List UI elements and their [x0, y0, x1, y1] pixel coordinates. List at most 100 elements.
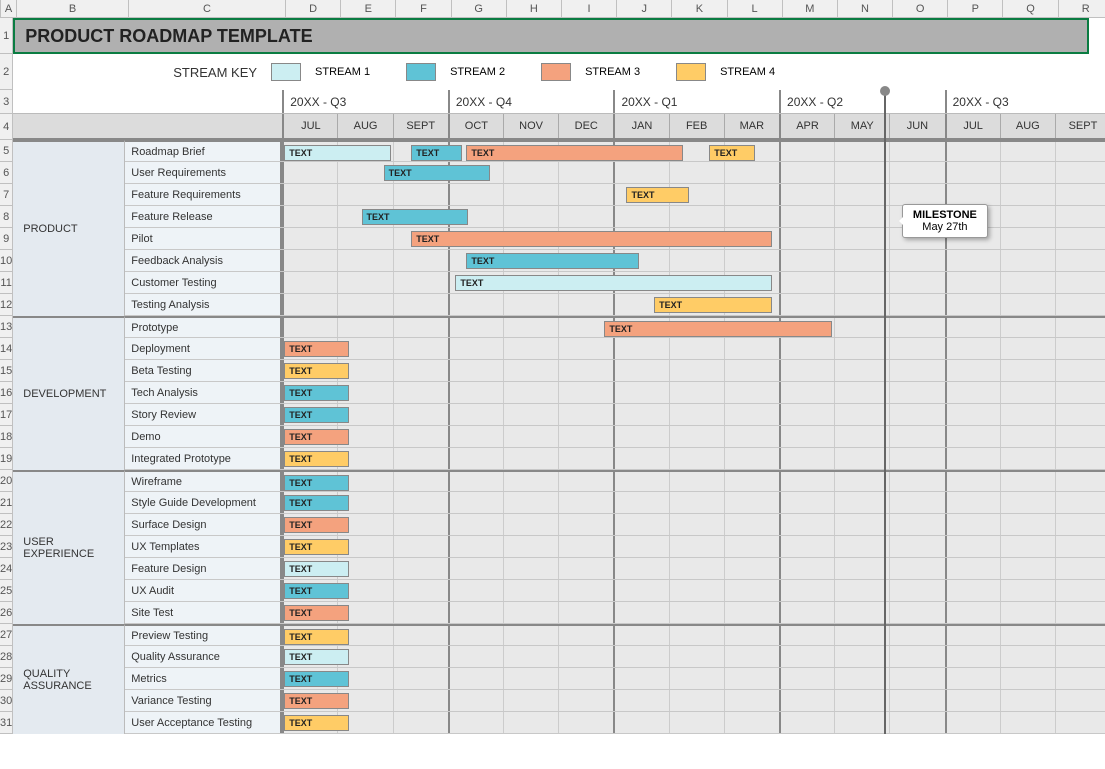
- gantt-bar[interactable]: TEXT: [284, 605, 349, 621]
- grid-cell[interactable]: [558, 514, 613, 535]
- grid-cell[interactable]: [724, 250, 779, 271]
- gantt-bar[interactable]: TEXT: [284, 517, 349, 533]
- grid-cell[interactable]: [393, 492, 448, 513]
- grid-cell[interactable]: [1055, 536, 1105, 557]
- grid-cell[interactable]: [724, 712, 779, 733]
- sheet-content[interactable]: PRODUCT ROADMAP TEMPLATESTREAM KEYSTREAM…: [13, 18, 1105, 734]
- grid-cell[interactable]: [945, 184, 1000, 205]
- task-row[interactable]: USER EXPERIENCEUX TemplatesTEXT: [13, 536, 1105, 558]
- grid-cell[interactable]: [834, 448, 889, 469]
- col-header-H[interactable]: H: [507, 0, 562, 17]
- gantt-bar[interactable]: TEXT: [284, 629, 349, 645]
- row-header-23[interactable]: 23: [0, 536, 13, 558]
- grid-cell[interactable]: [613, 472, 668, 491]
- task-row[interactable]: Site TestTEXT: [13, 602, 1105, 624]
- grid-cell[interactable]: [779, 142, 834, 161]
- gantt-bar[interactable]: TEXT: [284, 715, 349, 731]
- gantt-bar[interactable]: TEXT: [362, 209, 468, 225]
- grid-cell[interactable]: [945, 514, 1000, 535]
- grid-cell[interactable]: [945, 360, 1000, 381]
- task-row[interactable]: Roadmap BriefTEXTTEXTTEXTTEXT: [13, 140, 1105, 162]
- grid-cell[interactable]: [282, 272, 337, 293]
- gantt-bar[interactable]: TEXT: [284, 495, 349, 511]
- grid-cell[interactable]: [1055, 162, 1105, 183]
- task-row[interactable]: Quality AssuranceTEXT: [13, 646, 1105, 668]
- grid-cell[interactable]: [613, 668, 668, 689]
- grid-cell[interactable]: [503, 514, 558, 535]
- row-header-28[interactable]: 28: [0, 646, 13, 668]
- col-header-F[interactable]: F: [396, 0, 451, 17]
- row-header-18[interactable]: 18: [0, 426, 13, 448]
- grid-cell[interactable]: [1000, 492, 1055, 513]
- grid-cell[interactable]: [834, 404, 889, 425]
- row-header-10[interactable]: 10: [0, 250, 13, 272]
- grid-cell[interactable]: [1055, 690, 1105, 711]
- grid-cell[interactable]: [448, 492, 503, 513]
- grid-cell[interactable]: [613, 338, 668, 359]
- col-header-E[interactable]: E: [341, 0, 396, 17]
- grid-cell[interactable]: [503, 426, 558, 447]
- grid-cell[interactable]: [1055, 492, 1105, 513]
- gantt-bar[interactable]: TEXT: [411, 145, 462, 161]
- grid-cell[interactable]: [503, 382, 558, 403]
- grid-cell[interactable]: [834, 536, 889, 557]
- grid-cell[interactable]: [834, 690, 889, 711]
- gantt-bar[interactable]: TEXT: [604, 321, 832, 337]
- grid-cell[interactable]: [558, 690, 613, 711]
- grid-cell[interactable]: [889, 558, 944, 579]
- col-header-A[interactable]: A: [1, 0, 17, 17]
- grid-cell[interactable]: [558, 338, 613, 359]
- grid-cell[interactable]: [724, 690, 779, 711]
- grid-cell[interactable]: [945, 318, 1000, 337]
- task-row[interactable]: Feedback AnalysisTEXT: [13, 250, 1105, 272]
- grid-cell[interactable]: [1055, 646, 1105, 667]
- grid-cell[interactable]: [613, 536, 668, 557]
- grid-cell[interactable]: [558, 184, 613, 205]
- grid-cell[interactable]: [503, 338, 558, 359]
- grid-cell[interactable]: [393, 646, 448, 667]
- gantt-bar[interactable]: TEXT: [455, 275, 771, 291]
- grid-cell[interactable]: [448, 404, 503, 425]
- grid-cell[interactable]: [448, 448, 503, 469]
- grid-cell[interactable]: [393, 250, 448, 271]
- grid-cell[interactable]: [779, 626, 834, 645]
- gantt-bar[interactable]: TEXT: [466, 253, 639, 269]
- grid-cell[interactable]: [834, 162, 889, 183]
- grid-cell[interactable]: [834, 472, 889, 491]
- grid-cell[interactable]: [1000, 404, 1055, 425]
- grid-cell[interactable]: [834, 294, 889, 315]
- grid-cell[interactable]: [448, 602, 503, 623]
- grid-cell[interactable]: [448, 712, 503, 733]
- grid-cell[interactable]: [1055, 472, 1105, 491]
- grid-cell[interactable]: [945, 142, 1000, 161]
- grid-cell[interactable]: [1000, 318, 1055, 337]
- grid-cell[interactable]: [613, 602, 668, 623]
- grid-cell[interactable]: [613, 492, 668, 513]
- grid-cell[interactable]: [834, 646, 889, 667]
- col-header-R[interactable]: R: [1059, 0, 1105, 17]
- grid-cell[interactable]: [724, 448, 779, 469]
- grid-cell[interactable]: [393, 536, 448, 557]
- grid-cell[interactable]: [669, 472, 724, 491]
- grid-cell[interactable]: [724, 514, 779, 535]
- grid-cell[interactable]: [779, 426, 834, 447]
- gantt-bar[interactable]: TEXT: [709, 145, 755, 161]
- grid-cell[interactable]: [945, 668, 1000, 689]
- task-row[interactable]: Testing AnalysisTEXT: [13, 294, 1105, 316]
- grid-cell[interactable]: [724, 626, 779, 645]
- grid-cell[interactable]: [393, 690, 448, 711]
- grid-cell[interactable]: [393, 360, 448, 381]
- gantt-bar[interactable]: TEXT: [466, 145, 683, 161]
- grid-cell[interactable]: [613, 712, 668, 733]
- grid-cell[interactable]: [337, 272, 392, 293]
- grid-cell[interactable]: [889, 690, 944, 711]
- task-row[interactable]: PrototypeTEXT: [13, 316, 1105, 338]
- grid-cell[interactable]: [558, 360, 613, 381]
- grid-cell[interactable]: [337, 184, 392, 205]
- grid-cell[interactable]: [393, 426, 448, 447]
- col-header-L[interactable]: L: [728, 0, 783, 17]
- gantt-bar[interactable]: TEXT: [284, 145, 390, 161]
- col-header-M[interactable]: M: [783, 0, 838, 17]
- grid-cell[interactable]: [613, 626, 668, 645]
- grid-cell[interactable]: [889, 318, 944, 337]
